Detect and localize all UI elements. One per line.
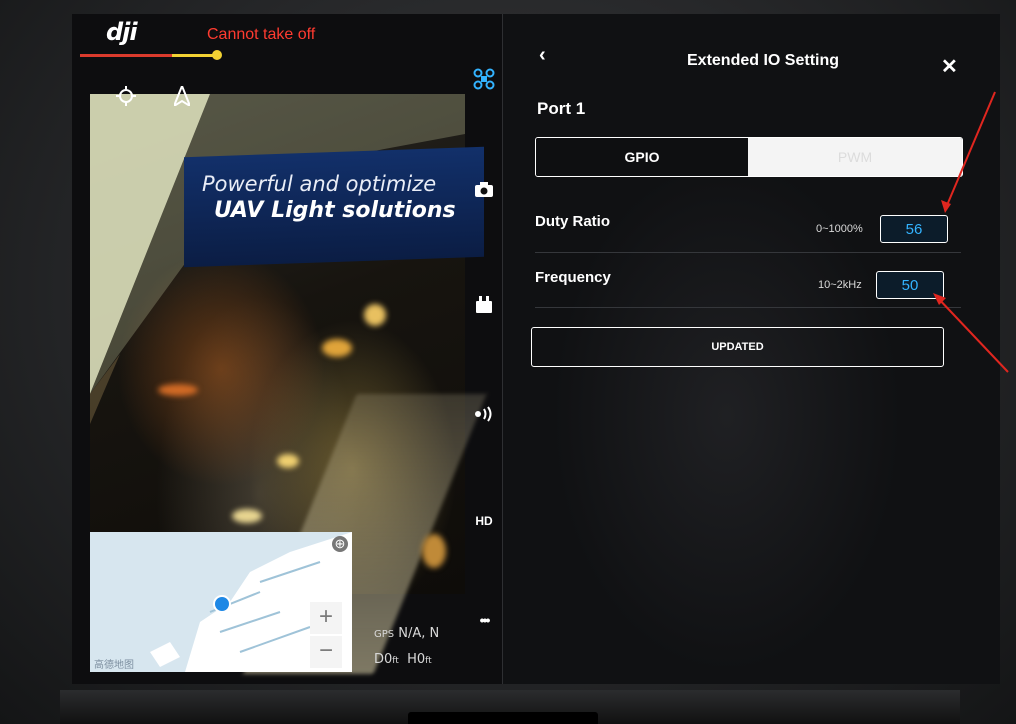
frequency-input[interactable] — [876, 271, 944, 299]
signal-icon[interactable] — [466, 406, 502, 427]
mode-gpio-tab[interactable]: GPIO — [536, 138, 748, 176]
location-dot — [213, 595, 231, 613]
street-light — [322, 339, 352, 357]
street-light — [158, 384, 198, 396]
navigation-icon[interactable] — [171, 83, 193, 111]
mode-pwm-tab[interactable]: PWM — [748, 138, 962, 176]
extended-io-panel: ‹ Extended IO Setting ✕ Port 1 GPIO PWM … — [503, 14, 1000, 684]
banner-text-line1: Powerful and optimize — [202, 172, 437, 196]
banner-text-line2: UAV Light solutions — [214, 198, 456, 223]
distance-label: D — [374, 652, 385, 667]
height-label: H — [407, 652, 417, 667]
settings-icon-column: HD ••• — [466, 14, 502, 684]
more-icon[interactable]: ••• — [466, 612, 502, 628]
height-unit: ft — [425, 656, 432, 666]
gps-label: GPS — [374, 629, 395, 640]
back-icon[interactable]: ‹ — [539, 44, 546, 67]
distance-readout: D0ft H0ft — [374, 652, 432, 667]
hd-icon[interactable]: HD — [466, 514, 502, 528]
map-recenter-icon[interactable]: ⊕ — [332, 536, 348, 552]
camera-icon[interactable] — [466, 182, 502, 203]
zoom-in-button[interactable]: + — [310, 602, 342, 634]
frequency-label: Frequency — [535, 269, 611, 286]
battery-icon[interactable] — [466, 296, 502, 319]
panel-title: Extended IO Setting — [687, 52, 840, 69]
tablet-screen: Powerful and optimize UAV Light solution… — [72, 14, 1000, 684]
gps-value: N/A, N — [398, 626, 440, 641]
takeoff-status: Cannot take off — [207, 26, 316, 43]
frequency-range: 10~2kHz — [818, 279, 862, 291]
street-light — [277, 454, 299, 468]
gps-readout: GPS N/A, N — [374, 626, 439, 641]
duty-ratio-input[interactable] — [880, 215, 948, 243]
close-icon[interactable]: ✕ — [941, 54, 958, 79]
port-label: Port 1 — [537, 99, 586, 118]
duty-ratio-label: Duty Ratio — [535, 213, 610, 230]
row-divider — [535, 307, 961, 308]
duty-ratio-range: 0~1000% — [816, 223, 863, 235]
mini-map[interactable]: ⊕ + − 高德地图 — [90, 532, 352, 672]
mode-segmented-control: GPIO PWM — [535, 137, 963, 177]
map-credit: 高德地图 — [94, 660, 134, 671]
distance-unit: ft — [392, 656, 399, 666]
status-indicator — [212, 50, 222, 60]
zoom-out-button[interactable]: − — [310, 636, 342, 668]
street-light — [364, 304, 386, 326]
device-notch — [408, 712, 598, 724]
dji-logo: dji — [106, 18, 138, 46]
street-light — [422, 534, 446, 568]
target-icon[interactable] — [116, 86, 136, 111]
street-light — [232, 509, 262, 523]
row-divider — [535, 252, 961, 253]
status-bar-warning — [172, 54, 217, 57]
height-value: 0 — [416, 652, 426, 667]
update-button[interactable]: UPDATED — [531, 327, 944, 367]
camera-view[interactable]: Powerful and optimize UAV Light solution… — [72, 14, 502, 684]
aircraft-icon[interactable] — [466, 68, 502, 95]
